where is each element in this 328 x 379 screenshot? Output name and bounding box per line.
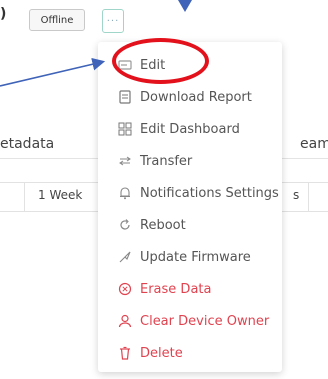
menu-item-label: Reboot [140, 217, 186, 233]
transfer-icon [118, 154, 132, 168]
status-badge: Offline [29, 9, 85, 31]
edit-icon [118, 58, 132, 72]
menu-item-label: Delete [140, 345, 183, 361]
bell-icon [118, 186, 132, 200]
device-actions-menu: Edit Download Report Edit Dashboard Tran… [98, 42, 282, 372]
user-icon [118, 314, 132, 328]
menu-item-reboot[interactable]: Reboot [98, 210, 282, 240]
menu-item-label: Erase Data [140, 281, 212, 297]
reboot-icon [118, 218, 132, 232]
edit-dashboard-icon [118, 122, 132, 136]
menu-item-label: Update Firmware [140, 249, 251, 265]
menu-item-label: Download Report [140, 89, 252, 105]
pointer-arrow [0, 57, 106, 87]
menu-item-transfer[interactable]: Transfer [98, 146, 282, 176]
download-report-icon [118, 90, 132, 104]
menu-item-edit[interactable]: Edit [98, 50, 282, 80]
tab-metadata[interactable]: etadata [0, 136, 54, 152]
menu-item-label: Edit [140, 57, 166, 73]
segment-1-week[interactable]: 1 Week [38, 188, 82, 202]
menu-item-label: Transfer [140, 153, 193, 169]
rocket-icon [118, 250, 132, 264]
segment-divider [308, 183, 309, 211]
menu-item-edit-dashboard[interactable]: Edit Dashboard [98, 114, 282, 144]
menu-item-label: Clear Device Owner [140, 313, 270, 329]
erase-icon [118, 282, 132, 296]
more-actions-button[interactable]: ··· [102, 9, 124, 33]
menu-item-update-firmware[interactable]: Update Firmware [98, 242, 282, 272]
trash-icon [118, 346, 132, 360]
partial-title-glyph: ) [0, 6, 7, 22]
menu-item-clear-device-owner[interactable]: Clear Device Owner [98, 306, 282, 336]
menu-item-label: Edit Dashboard [140, 121, 240, 137]
top-arrow-tip [178, 0, 192, 12]
menu-item-delete[interactable]: Delete [98, 338, 282, 368]
menu-item-erase-data[interactable]: Erase Data [98, 274, 282, 304]
menu-item-label: Notifications Settings [140, 185, 279, 201]
menu-item-download-report[interactable]: Download Report [98, 82, 282, 112]
segment-divider [24, 183, 25, 211]
menu-item-notifications-settings[interactable]: Notifications Settings [98, 178, 282, 208]
tab-stream[interactable]: eam [300, 136, 328, 152]
segment-partial[interactable]: s [293, 188, 299, 202]
